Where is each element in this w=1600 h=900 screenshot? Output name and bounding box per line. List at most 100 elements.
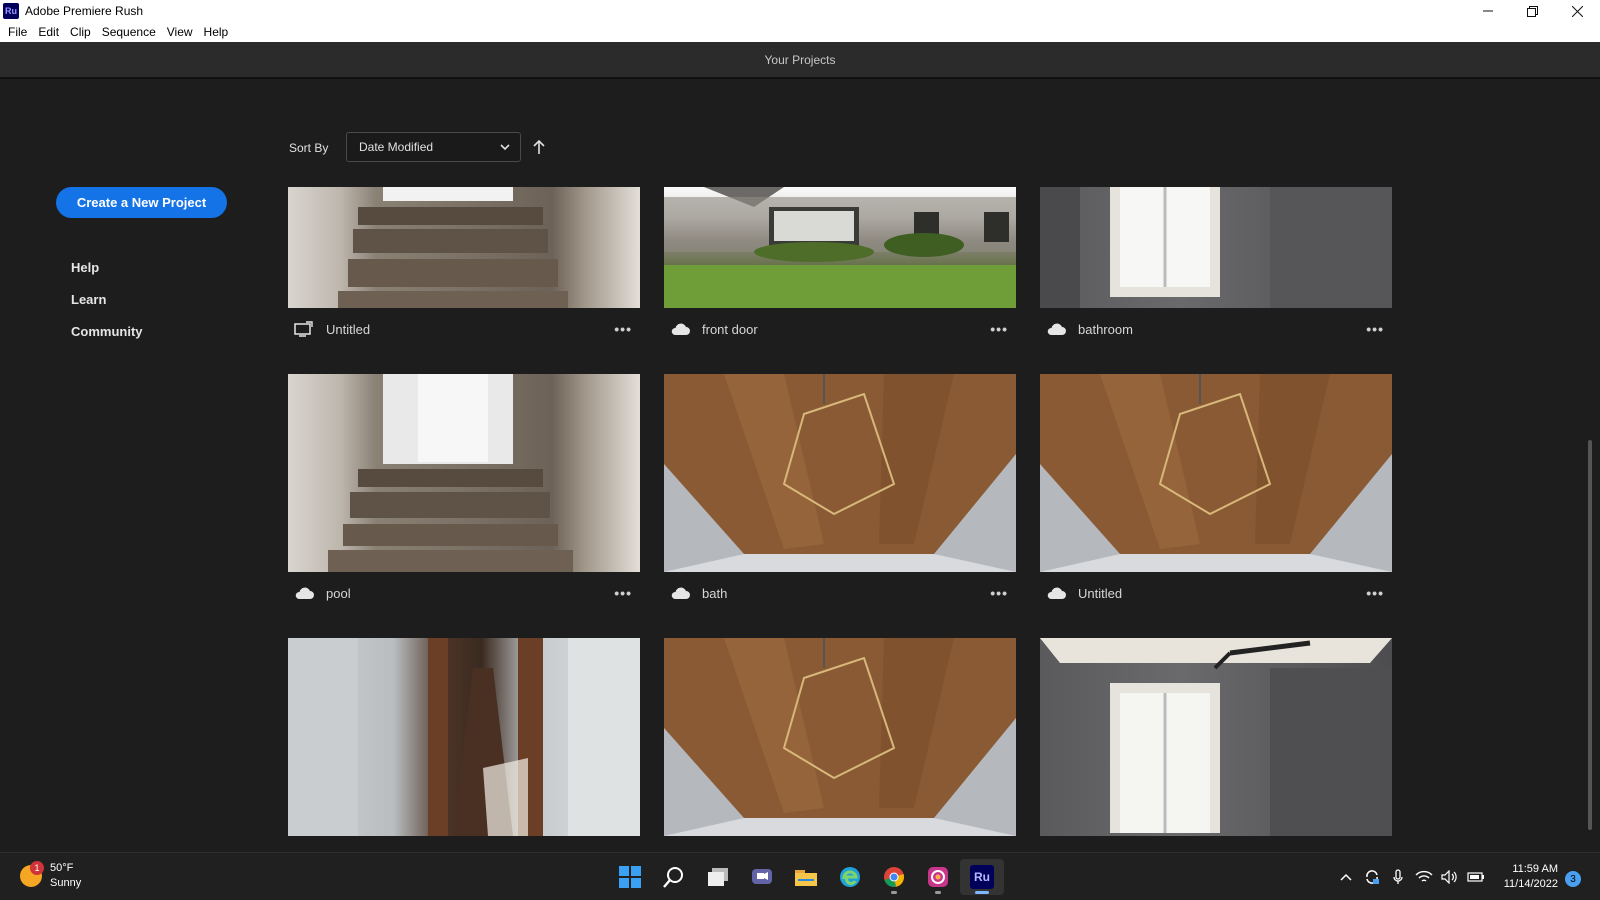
sync-button[interactable] <box>1359 866 1385 888</box>
edge-browser-button[interactable] <box>828 859 872 895</box>
project-footer: pool ••• <box>288 582 640 604</box>
menu-view[interactable]: View <box>162 25 198 39</box>
restore-button[interactable] <box>1510 0 1555 22</box>
more-options-button[interactable]: ••• <box>1366 585 1384 601</box>
project-footer: bathroom ••• <box>1040 318 1392 340</box>
search-button[interactable] <box>652 859 696 895</box>
running-indicator <box>935 891 941 894</box>
menu-edit[interactable]: Edit <box>33 25 64 39</box>
taskbar-apps: Ru <box>608 859 1004 895</box>
sun-icon: 1 <box>20 861 44 887</box>
running-indicator <box>891 891 897 894</box>
project-name: Untitled <box>1078 585 1123 601</box>
teams-chat-icon <box>752 869 772 884</box>
project-thumbnail[interactable] <box>664 187 1016 308</box>
sort-selected-value: Date Modified <box>359 140 434 154</box>
volume-icon <box>1441 870 1457 884</box>
project-name: front door <box>702 321 758 337</box>
more-options-button[interactable]: ••• <box>990 585 1008 601</box>
more-options-button[interactable]: ••• <box>1366 321 1384 337</box>
cloud-icon <box>1046 585 1066 601</box>
scrollbar-thumb[interactable] <box>1588 440 1592 830</box>
room-fan-image <box>1040 638 1392 836</box>
notification-badge[interactable]: 3 <box>1565 871 1581 887</box>
app-button[interactable] <box>916 859 960 895</box>
project-thumbnail[interactable] <box>1040 374 1392 572</box>
more-options-button[interactable]: ••• <box>614 321 632 337</box>
menu-help[interactable]: Help <box>199 25 234 39</box>
premiere-rush-icon: Ru <box>970 865 994 889</box>
teams-chat-button[interactable] <box>740 859 784 895</box>
title-bar: Ru Adobe Premiere Rush <box>0 0 1600 22</box>
chandelier-ceiling-image <box>664 638 1016 836</box>
chrome-browser-icon <box>884 867 904 887</box>
battery-button[interactable] <box>1463 866 1489 888</box>
close-button[interactable] <box>1555 0 1600 22</box>
arrow-up-icon <box>533 139 545 154</box>
weather-temperature: 50°F <box>50 862 74 874</box>
chevron-down-icon <box>500 144 510 151</box>
restore-icon <box>1527 5 1538 17</box>
cloud-icon <box>1046 321 1066 337</box>
sort-direction-button[interactable] <box>531 137 547 157</box>
menu-bar: File Edit Clip Sequence View Help <box>0 22 1600 42</box>
volume-button[interactable] <box>1437 866 1463 888</box>
weather-alert-badge: 1 <box>30 861 44 875</box>
page-title: Your Projects <box>764 52 836 67</box>
taskbar: 1 50°F Sunny Ru 11:59 AM 11/14/2022 3 <box>0 852 1600 900</box>
project-footer: Untitled ••• <box>1040 582 1392 604</box>
sidebar-link-community[interactable]: Community <box>71 324 143 339</box>
show-hidden-icons-button[interactable] <box>1333 866 1359 888</box>
more-options-button[interactable]: ••• <box>614 585 632 601</box>
sidebar-link-help[interactable]: Help <box>71 260 99 275</box>
cloud-icon <box>670 585 690 601</box>
sort-dropdown[interactable]: Date Modified <box>346 132 521 162</box>
wifi-button[interactable] <box>1411 866 1437 888</box>
minimize-icon <box>1482 10 1493 12</box>
chrome-browser-button[interactable] <box>872 859 916 895</box>
menu-file[interactable]: File <box>3 25 32 39</box>
task-view-button[interactable] <box>696 859 740 895</box>
wifi-icon <box>1415 870 1433 882</box>
premiere-rush-logo: Ru <box>3 3 19 19</box>
close-icon <box>1572 5 1583 17</box>
windows-start-icon <box>619 866 641 888</box>
project-thumbnail[interactable] <box>288 374 640 572</box>
battery-icon <box>1467 872 1484 882</box>
stairs-image <box>328 374 573 572</box>
system-tray <box>1333 866 1489 888</box>
more-options-button[interactable]: ••• <box>990 321 1008 337</box>
project-thumbnail[interactable] <box>288 187 640 308</box>
microphone-icon <box>1393 869 1403 884</box>
room-window-image <box>1040 187 1392 308</box>
premiere-rush-button[interactable]: Ru <box>960 859 1004 895</box>
menu-clip[interactable]: Clip <box>65 25 96 39</box>
project-thumbnail[interactable] <box>1040 638 1392 836</box>
project-thumbnail[interactable] <box>1040 187 1392 308</box>
window-controls <box>1465 0 1600 22</box>
project-thumbnail[interactable] <box>664 638 1016 836</box>
minimize-button[interactable] <box>1465 0 1510 22</box>
create-new-project-button[interactable]: Create a New Project <box>56 187 227 218</box>
chandelier-ceiling-image <box>664 374 1016 572</box>
edge-browser-icon <box>840 867 860 887</box>
project-footer: bath ••• <box>664 582 1016 604</box>
menu-sequence[interactable]: Sequence <box>97 25 161 39</box>
projects-header: Your Projects <box>0 42 1600 79</box>
project-name: Untitled <box>326 321 371 337</box>
project-thumbnail[interactable] <box>664 374 1016 572</box>
project-name: pool <box>326 585 351 601</box>
app-icon <box>928 867 948 887</box>
stairs-image <box>338 187 568 308</box>
clock[interactable]: 11:59 AM 11/14/2022 <box>1496 862 1558 892</box>
microphone-button[interactable] <box>1385 866 1411 888</box>
project-thumbnail[interactable] <box>288 638 640 836</box>
hallway-image <box>288 638 640 836</box>
project-name: bath <box>702 585 728 601</box>
weather-widget[interactable]: 1 50°F Sunny <box>20 861 81 891</box>
project-name: bathroom <box>1078 321 1133 337</box>
local-sync-icon <box>294 321 314 337</box>
file-explorer-button[interactable] <box>784 859 828 895</box>
sidebar-link-learn[interactable]: Learn <box>71 292 106 307</box>
start-button[interactable] <box>608 859 652 895</box>
